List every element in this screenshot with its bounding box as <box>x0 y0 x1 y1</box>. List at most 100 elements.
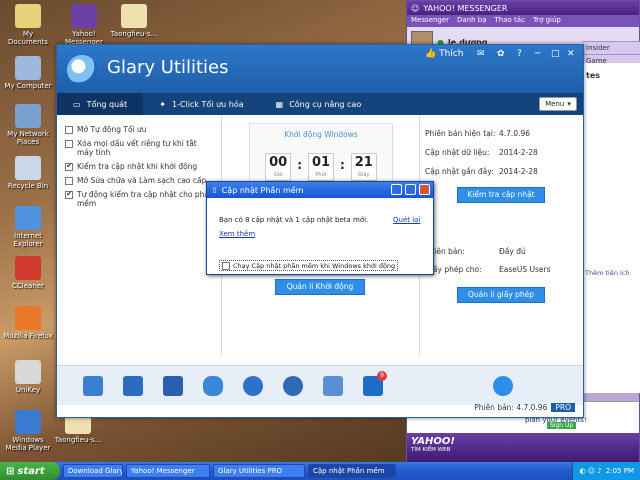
monitor-icon: ▭ <box>73 99 81 109</box>
option-item[interactable]: Mở Tự động Tối ưu <box>65 125 215 134</box>
option-item[interactable]: Kiểm tra cập nhật khi khởi động <box>65 161 215 171</box>
hours-box: 00 Giờ <box>265 153 292 181</box>
like-button[interactable]: 👍 Thích <box>425 49 463 59</box>
yahoo-menu-messenger[interactable]: Messenger <box>411 16 449 26</box>
yahoo-logo-icon: ☺ <box>411 3 420 13</box>
close-icon[interactable] <box>419 184 430 195</box>
tab-overview[interactable]: ▭ Tổng quát <box>57 93 144 115</box>
tab-1click[interactable]: ✦ 1-Click Tối ưu hóa <box>143 93 259 115</box>
option-item[interactable]: Xóa mọi dấu vết riêng tư khi tắt máy tín… <box>65 139 215 157</box>
trash-icon[interactable] <box>323 375 343 396</box>
desktop-icon[interactable]: My Network Places <box>2 104 54 146</box>
taskbar-item-glary[interactable]: Glary Utilities PRO <box>213 464 305 478</box>
desktop-icon[interactable]: My Computer <box>2 56 54 90</box>
desktop-icon[interactable]: Windows Media Player <box>2 410 54 452</box>
tray-icons[interactable]: ◐ ☺ ♪ <box>579 467 601 475</box>
desktop-icon[interactable]: My Documents <box>2 4 54 46</box>
close-icon[interactable]: ✕ <box>567 49 575 59</box>
desktop-icon[interactable]: Mozilla Firefox <box>2 306 54 340</box>
gear-icon[interactable] <box>283 375 303 396</box>
skin-icon[interactable]: ✿ <box>497 49 505 59</box>
start-button[interactable]: ⊞ start <box>0 462 60 480</box>
tools-bar: 9 <box>57 365 583 405</box>
minimize-icon[interactable]: ─ <box>535 49 540 59</box>
option-checkbox[interactable] <box>65 189 73 199</box>
glary-tabs: ▭ Tổng quát ✦ 1-Click Tối ưu hóa ▦ Công … <box>57 93 583 115</box>
shortcut-fixer-icon[interactable] <box>163 375 183 396</box>
yahoo-insider: Insider <box>586 44 610 52</box>
desktop-icon[interactable]: CCleaner <box>2 256 54 290</box>
yahoo-search-sub: TÌM KIẾM WEB <box>411 447 451 453</box>
option-checkbox[interactable] <box>65 140 73 148</box>
desktop-icon[interactable]: Yahoo! Messenger <box>58 4 110 46</box>
option-item[interactable]: Mở Sửa chữa và Làm sạch cao cấp <box>65 176 215 185</box>
windows-logo-icon: ⊞ <box>6 465 15 477</box>
tab-advanced-tools[interactable]: ▦ Công cụ nâng cao <box>260 93 378 115</box>
option-item[interactable]: Tự động kiểm tra cập nhật cho phần mềm <box>65 189 215 208</box>
taskbar-item-download[interactable]: Download Glary Utiliti... <box>63 464 123 478</box>
menu-button[interactable]: Menu ▾ <box>539 97 577 111</box>
yahoo-contact-list[interactable]: tes Thêm tiện ích <box>582 63 640 393</box>
desktop-icon[interactable]: Taongfieu-s... <box>108 4 160 38</box>
option-checkbox[interactable] <box>65 161 73 171</box>
tab-overview-label: Tổng quát <box>86 99 128 109</box>
hours-label: Giờ <box>274 172 283 178</box>
option-label: Mở Sửa chữa và Làm sạch cao cấp <box>77 176 207 185</box>
license-manager-button[interactable]: Quản lí giấy phép <box>457 287 545 303</box>
maximize-icon[interactable] <box>405 184 416 195</box>
taskbar: ⊞ start Download Glary Utiliti... Yahoo!… <box>0 462 640 480</box>
desktop-app-icon <box>121 4 147 28</box>
yahoo-menu-help[interactable]: Trợ giúp <box>533 16 561 26</box>
yahoo-add-apps-link[interactable]: Thêm tiện ích <box>585 269 630 277</box>
option-checkbox[interactable] <box>65 177 73 185</box>
like-label: Thích <box>439 49 464 59</box>
yahoo-menu-actions[interactable]: Thao tác <box>495 16 525 26</box>
maximize-icon[interactable]: □ <box>551 49 560 59</box>
registry-cleaner-icon[interactable] <box>123 375 143 396</box>
menu-label: Menu <box>545 100 565 108</box>
check-update-button[interactable]: Kiểm tra cập nhật <box>457 187 545 203</box>
minutes-label: Phút <box>315 172 327 178</box>
glary-header[interactable]: Glary Utilities 👍 Thích ✉ ✿ ? ─ □ ✕ <box>57 45 583 93</box>
run-on-startup-checkbox[interactable]: Chạy Cập nhật phần mềm khi Windows khởi … <box>219 260 399 271</box>
desktop-icon-label: My Network Places <box>7 130 49 146</box>
magic-wand-icon: ✦ <box>159 99 166 109</box>
desktop-app-icon <box>15 4 41 28</box>
yahoo-ad-signup[interactable]: Sign Up <box>547 422 577 429</box>
clock: 2:05 PM <box>605 467 634 475</box>
scroll-up-icon[interactable] <box>493 375 513 396</box>
checkbox-box[interactable] <box>222 262 230 270</box>
view-more-link[interactable]: Xem thêm <box>219 230 255 238</box>
yahoo-title-bar[interactable]: ☺ YAHOO! MESSENGER <box>407 1 639 15</box>
yahoo-menu-contacts[interactable]: Danh bạ <box>457 16 487 26</box>
hours-value: 00 <box>269 155 288 170</box>
desktop-icon[interactable]: Recycle Bin <box>2 156 54 190</box>
pie-chart-icon[interactable] <box>243 375 263 396</box>
rescan-link[interactable]: Quét lại <box>393 216 420 224</box>
upgrade-arrow-icon[interactable]: 9 <box>363 370 387 396</box>
yahoo-insider-row[interactable]: Insider <box>582 41 640 54</box>
taskbar-item-update[interactable]: Cập nhật Phần mềm <box>308 464 396 478</box>
startup-manager-button[interactable]: Quản lí Khởi động <box>275 279 365 295</box>
license-value: EaseUS Users <box>499 265 551 274</box>
desktop-icon[interactable]: Internet Explorer <box>2 206 54 248</box>
taskbar-item-yahoo[interactable]: Yahoo! Messenger <box>126 464 210 478</box>
option-label: Tự động kiểm tra cập nhật cho phần mềm <box>77 190 214 208</box>
option-checkbox[interactable] <box>65 126 73 134</box>
seconds-label: Giây <box>358 172 370 178</box>
gift-icon[interactable]: ✉ <box>477 49 485 59</box>
minimize-icon[interactable] <box>391 184 402 195</box>
desktop-icon-label: Recycle Bin <box>7 182 49 190</box>
help-icon[interactable]: ? <box>517 49 522 59</box>
recent-update-label: Cập nhật gần đây: <box>425 167 494 176</box>
mouse-icon[interactable] <box>203 375 223 396</box>
footer-version: Phiên bản: 4.7.0.96 PRO <box>474 403 575 412</box>
desktop-icon-label: Windows Media Player <box>5 436 51 452</box>
data-update-value: 2014-2-28 <box>499 148 538 157</box>
desktop-icon-label: Internet Explorer <box>13 232 43 248</box>
option-label: Mở Tự động Tối ưu <box>77 125 147 134</box>
desktop-app-icon <box>15 104 41 128</box>
disk-cleaner-icon[interactable] <box>83 375 103 396</box>
grid-icon: ▦ <box>275 99 284 109</box>
desktop-icon[interactable]: UniKey <box>2 360 54 394</box>
